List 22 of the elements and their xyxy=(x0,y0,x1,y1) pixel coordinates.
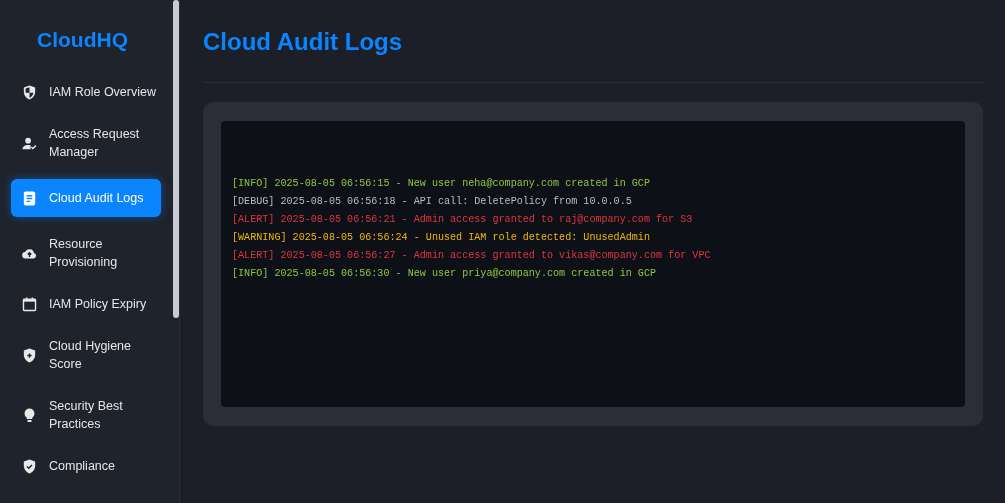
log-line: [WARNING] 2025-08-05 06:56:24 - Unused IAM role detected: UnusedAdmin xyxy=(232,231,650,245)
scrollbar-thumb[interactable] xyxy=(173,0,179,318)
log-line: [INFO] 2025-08-05 06:56:15 - New user neha@company.com created in GCP xyxy=(232,177,650,191)
document-icon xyxy=(21,189,38,207)
shield-icon xyxy=(21,83,38,101)
calendar-icon xyxy=(21,295,38,313)
shield-check-icon xyxy=(21,457,38,475)
nav-item[interactable]: IAM Role Overview xyxy=(11,77,161,107)
nav-item[interactable]: Compliance xyxy=(11,451,161,481)
log-line: [ALERT] 2025-08-05 06:56:27 - Admin access granted to vikas@company.com for VPC xyxy=(232,249,711,263)
nav-item[interactable]: IAM Policy Expiry xyxy=(11,289,161,319)
nav-item[interactable]: Cloud Hygiene Score xyxy=(11,331,161,379)
nav-item[interactable]: Resource Provisioning xyxy=(11,229,161,277)
nav-item[interactable]: Access Request Manager xyxy=(11,119,161,167)
log-line: [DEBUG] 2025-08-05 06:56:18 - API call: DeletePolicy from 10.0.0.5 xyxy=(232,195,632,209)
nav-item[interactable]: Security Best Practices xyxy=(11,391,161,439)
log-line: [INFO] 2025-08-05 06:56:30 - New user priya@company.com created in GCP xyxy=(232,267,656,281)
shield-plus-icon xyxy=(21,346,38,364)
logo: CloudHQ xyxy=(37,27,128,53)
page-title: Cloud Audit Logs xyxy=(203,28,403,56)
log-line: [ALERT] 2025-08-05 06:56:21 - Admin access granted to raj@company.com for S3 xyxy=(232,213,693,227)
nav-item[interactable]: Cloud Audit Logs xyxy=(11,179,161,217)
